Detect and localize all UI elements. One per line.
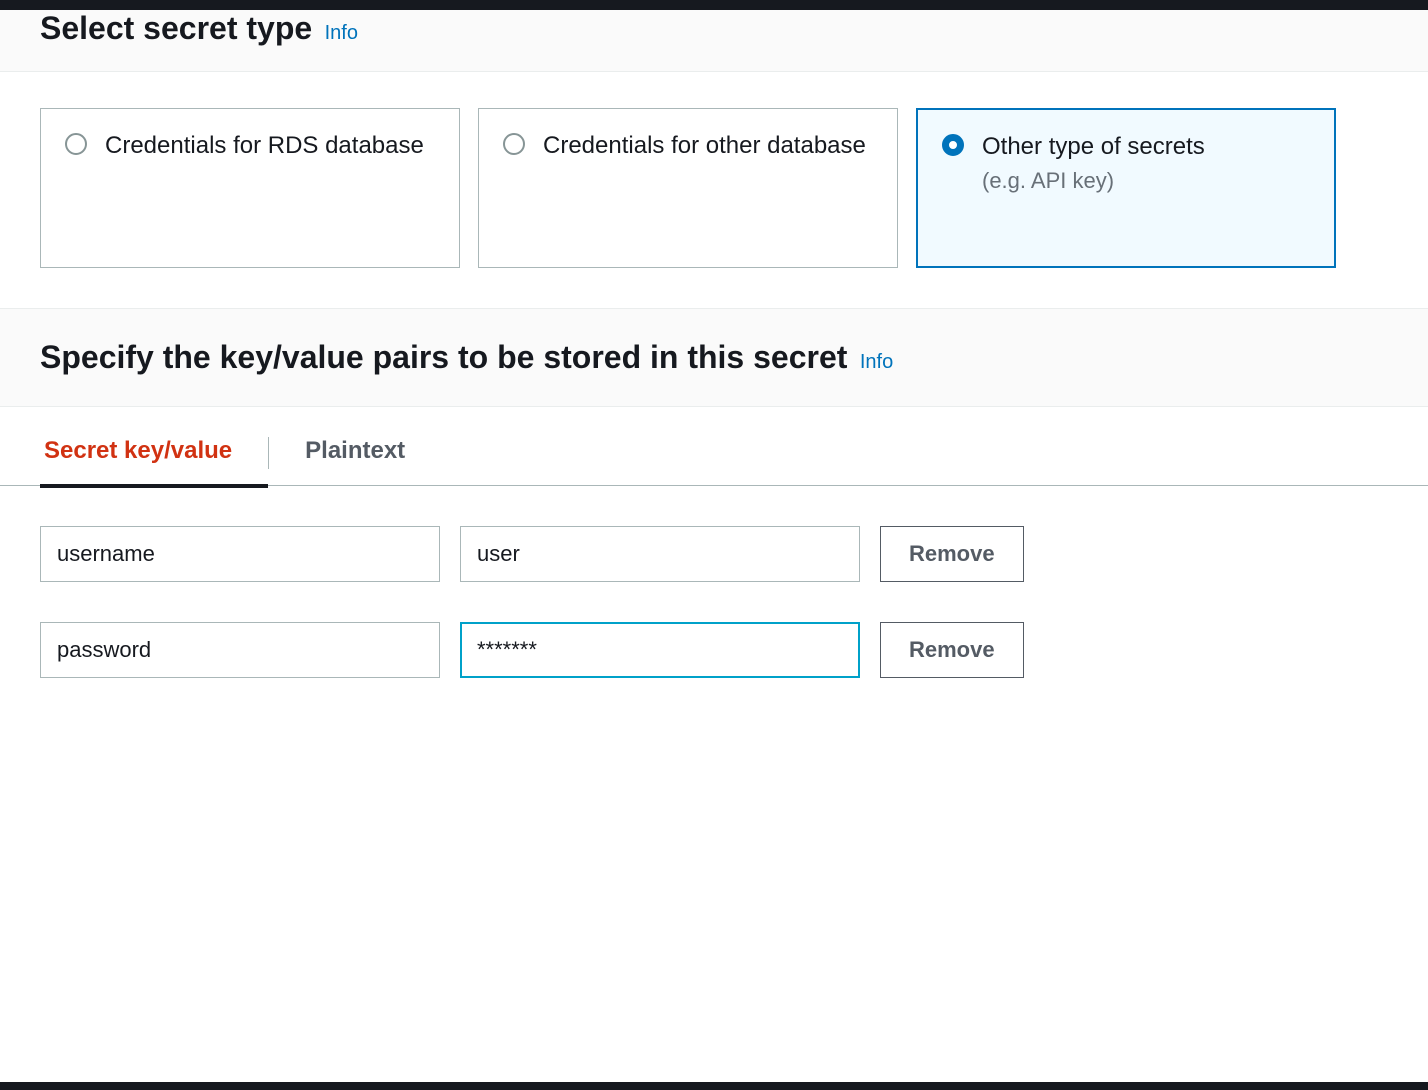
secret-type-options: Credentials for RDS database Credentials…	[0, 72, 1428, 309]
option-sublabel: (e.g. API key)	[982, 166, 1310, 197]
option-text: Other type of secrets (e.g. API key)	[982, 130, 1310, 196]
radio-icon	[503, 133, 525, 155]
radio-icon	[942, 134, 964, 156]
kv-rows: Remove Remove	[0, 486, 1428, 678]
section1-header: Select secret type Info	[0, 10, 1428, 72]
tab-divider	[268, 437, 269, 469]
option-text: Credentials for RDS database	[105, 129, 435, 163]
radio-icon	[65, 133, 87, 155]
kv-key-input[interactable]	[40, 526, 440, 582]
option-text: Credentials for other database	[543, 129, 873, 163]
kv-row: Remove	[40, 526, 1388, 582]
section2-info-link[interactable]: Info	[860, 351, 893, 373]
section1-info-link[interactable]: Info	[325, 22, 358, 44]
kv-value-input[interactable]	[460, 526, 860, 582]
option-label: Credentials for RDS database	[105, 129, 435, 163]
section2-title: Specify the key/value pairs to be stored…	[40, 339, 847, 375]
tabs: Secret key/value Plaintext	[0, 407, 1428, 486]
top-bar	[0, 0, 1428, 10]
section2-header: Specify the key/value pairs to be stored…	[0, 309, 1428, 407]
option-label: Credentials for other database	[543, 129, 873, 163]
kv-row: Remove	[40, 622, 1388, 678]
section1-title: Select secret type	[40, 10, 312, 46]
kv-value-input[interactable]	[460, 622, 860, 678]
tab-plaintext[interactable]: Plaintext	[301, 437, 441, 485]
kv-key-input[interactable]	[40, 622, 440, 678]
option-rds-credentials[interactable]: Credentials for RDS database	[40, 108, 460, 268]
bottom-bar	[0, 1082, 1428, 1090]
option-other-secrets[interactable]: Other type of secrets (e.g. API key)	[916, 108, 1336, 268]
option-label: Other type of secrets	[982, 130, 1310, 164]
remove-button[interactable]: Remove	[880, 526, 1024, 582]
tab-secret-kv[interactable]: Secret key/value	[40, 437, 268, 485]
option-other-database[interactable]: Credentials for other database	[478, 108, 898, 268]
remove-button[interactable]: Remove	[880, 622, 1024, 678]
